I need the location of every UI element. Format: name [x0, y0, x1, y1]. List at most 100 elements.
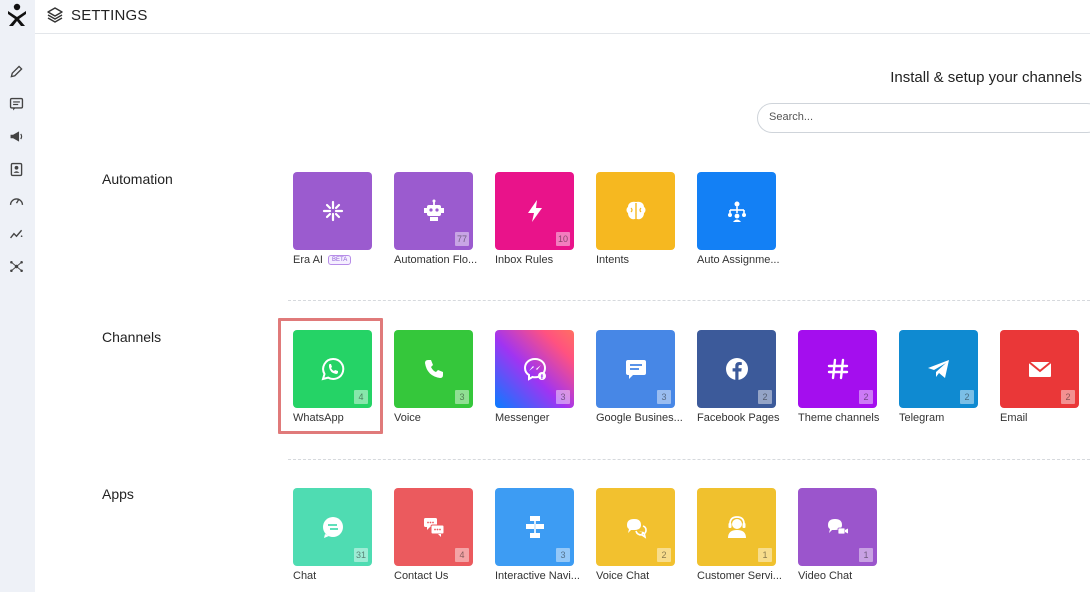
channels-heading: Install & setup your channels — [890, 69, 1082, 86]
tile-label: Auto Assignme... — [697, 254, 780, 266]
tile-contact-us[interactable]: 4 Contact Us — [394, 488, 474, 582]
tile-google-busines[interactable]: 3 Google Busines... — [596, 330, 683, 424]
tile-interactive-navi[interactable]: 3 Interactive Navi... — [495, 488, 580, 582]
tile-label: Era AI — [293, 254, 323, 266]
tile-icon-box[interactable]: 4 — [394, 488, 473, 566]
tile-era-ai[interactable]: Era AI BETA — [293, 172, 373, 266]
message-icon — [625, 360, 646, 379]
count-badge: 3 — [556, 548, 570, 562]
dashboard-gauge-icon[interactable] — [6, 191, 26, 211]
search-input[interactable] — [769, 111, 1069, 123]
tile-label: Messenger — [495, 412, 550, 424]
tile-icon-box[interactable]: 77 — [394, 172, 473, 250]
tile-icon-box[interactable]: 10 — [495, 172, 574, 250]
tile-customer-servi[interactable]: 1 Customer Servi... — [697, 488, 782, 582]
tile-voice-chat[interactable]: 2 Voice Chat — [596, 488, 676, 582]
conversation-icon[interactable] — [6, 94, 26, 114]
tile-icon-box[interactable] — [293, 172, 372, 250]
count-badge: 31 — [353, 548, 368, 562]
tile-icon-box[interactable]: 2 — [596, 488, 675, 566]
tile-label-row: Theme channels — [798, 412, 890, 424]
tile-label: Inbox Rules — [495, 254, 554, 266]
tile-automation-flo[interactable]: 77 Automation Flo... — [394, 172, 477, 266]
tile-icon-box[interactable] — [596, 172, 675, 250]
tile-label: Intents — [596, 254, 630, 266]
tile-label-row: Voice — [394, 412, 486, 424]
megaphone-icon[interactable] — [6, 126, 26, 146]
section-apps-label: Apps — [102, 486, 134, 502]
tile-label-row: Messenger — [495, 412, 587, 424]
tile-icon-box[interactable]: 1 — [798, 488, 877, 566]
tile-label-row: Facebook Pages — [697, 412, 789, 424]
integrations-icon[interactable] — [6, 256, 26, 276]
count-badge: 3 — [556, 390, 570, 404]
tile-icon-box[interactable]: 2 — [798, 330, 877, 408]
contact-icon — [423, 518, 444, 537]
tile-telegram[interactable]: 2 Telegram — [899, 330, 979, 424]
tile-label-row: Auto Assignme... — [697, 254, 789, 266]
tile-icon-box[interactable]: 1 — [697, 488, 776, 566]
facebook-icon — [725, 358, 748, 380]
selected-tile-highlight — [278, 318, 383, 434]
tile-video-chat[interactable]: 1 Video Chat — [798, 488, 878, 582]
count-badge: 10 — [555, 232, 570, 246]
tile-icon-box[interactable]: 3 — [495, 488, 574, 566]
layers-icon — [47, 7, 63, 23]
tile-chat[interactable]: 31 Chat — [293, 488, 373, 582]
count-badge: 3 — [455, 390, 469, 404]
tile-label: Chat — [293, 570, 317, 582]
voice-chat-icon — [626, 519, 647, 539]
tile-icon-box[interactable]: 3 — [596, 330, 675, 408]
tile-intents[interactable]: Intents — [596, 172, 676, 266]
tile-inbox-rules[interactable]: 10 Inbox Rules — [495, 172, 575, 266]
lightning-icon — [527, 200, 542, 222]
contacts-icon[interactable] — [6, 159, 26, 179]
tile-icon-box[interactable]: 3 — [394, 330, 473, 408]
count-badge: 2 — [1061, 390, 1075, 404]
section-channels-label: Channels — [102, 329, 162, 345]
tile-label-row: Automation Flo... — [394, 254, 486, 266]
org-chart-icon — [727, 201, 746, 222]
count-badge: 1 — [859, 548, 873, 562]
flow-icon — [525, 516, 544, 538]
tile-messenger[interactable]: 3 Messenger — [495, 330, 575, 424]
sparkle-icon — [322, 200, 343, 222]
phone-icon — [424, 360, 443, 378]
count-badge: 2 — [657, 548, 671, 562]
tile-label: Telegram — [899, 412, 945, 424]
analytics-icon[interactable] — [6, 224, 26, 244]
video-chat-icon — [827, 519, 848, 535]
tile-icon-box[interactable]: 3 — [495, 330, 574, 408]
top-bar: SETTINGS — [35, 0, 1090, 34]
tile-icon-box[interactable]: 2 — [697, 330, 776, 408]
hash-icon — [827, 358, 848, 380]
brain-icon — [626, 201, 645, 220]
page-title: SETTINGS — [71, 7, 148, 24]
section-divider — [288, 459, 1090, 460]
tile-icon-box[interactable]: 31 — [293, 488, 372, 566]
tile-label: Video Chat — [798, 570, 853, 582]
search-box[interactable] — [757, 103, 1090, 133]
tile-label-row: Chat — [293, 570, 385, 582]
tile-email[interactable]: 2 Email — [1000, 330, 1080, 424]
tile-auto-assignme[interactable]: Auto Assignme... — [697, 172, 780, 266]
tile-icon-box[interactable] — [697, 172, 776, 250]
tile-label-row: Interactive Navi... — [495, 570, 587, 582]
robot-icon — [423, 199, 444, 221]
tile-icon-box[interactable]: 2 — [1000, 330, 1079, 408]
tile-label: Interactive Navi... — [495, 570, 580, 582]
sidebar — [0, 0, 35, 592]
count-badge: 3 — [657, 390, 671, 404]
tile-label-row: Google Busines... — [596, 412, 688, 424]
tile-label-row: Era AI BETA — [293, 254, 385, 266]
chat-icon — [322, 517, 343, 538]
tile-icon-box[interactable]: 2 — [899, 330, 978, 408]
tile-theme-channels[interactable]: 2 Theme channels — [798, 330, 879, 424]
count-badge: 2 — [859, 390, 873, 404]
pencil-icon[interactable] — [6, 61, 26, 81]
tile-facebook-pages[interactable]: 2 Facebook Pages — [697, 330, 780, 424]
tile-label: Theme channels — [798, 412, 880, 424]
brand-logo-icon[interactable] — [5, 2, 29, 28]
tile-voice[interactable]: 3 Voice — [394, 330, 474, 424]
tile-label: Automation Flo... — [394, 254, 478, 266]
